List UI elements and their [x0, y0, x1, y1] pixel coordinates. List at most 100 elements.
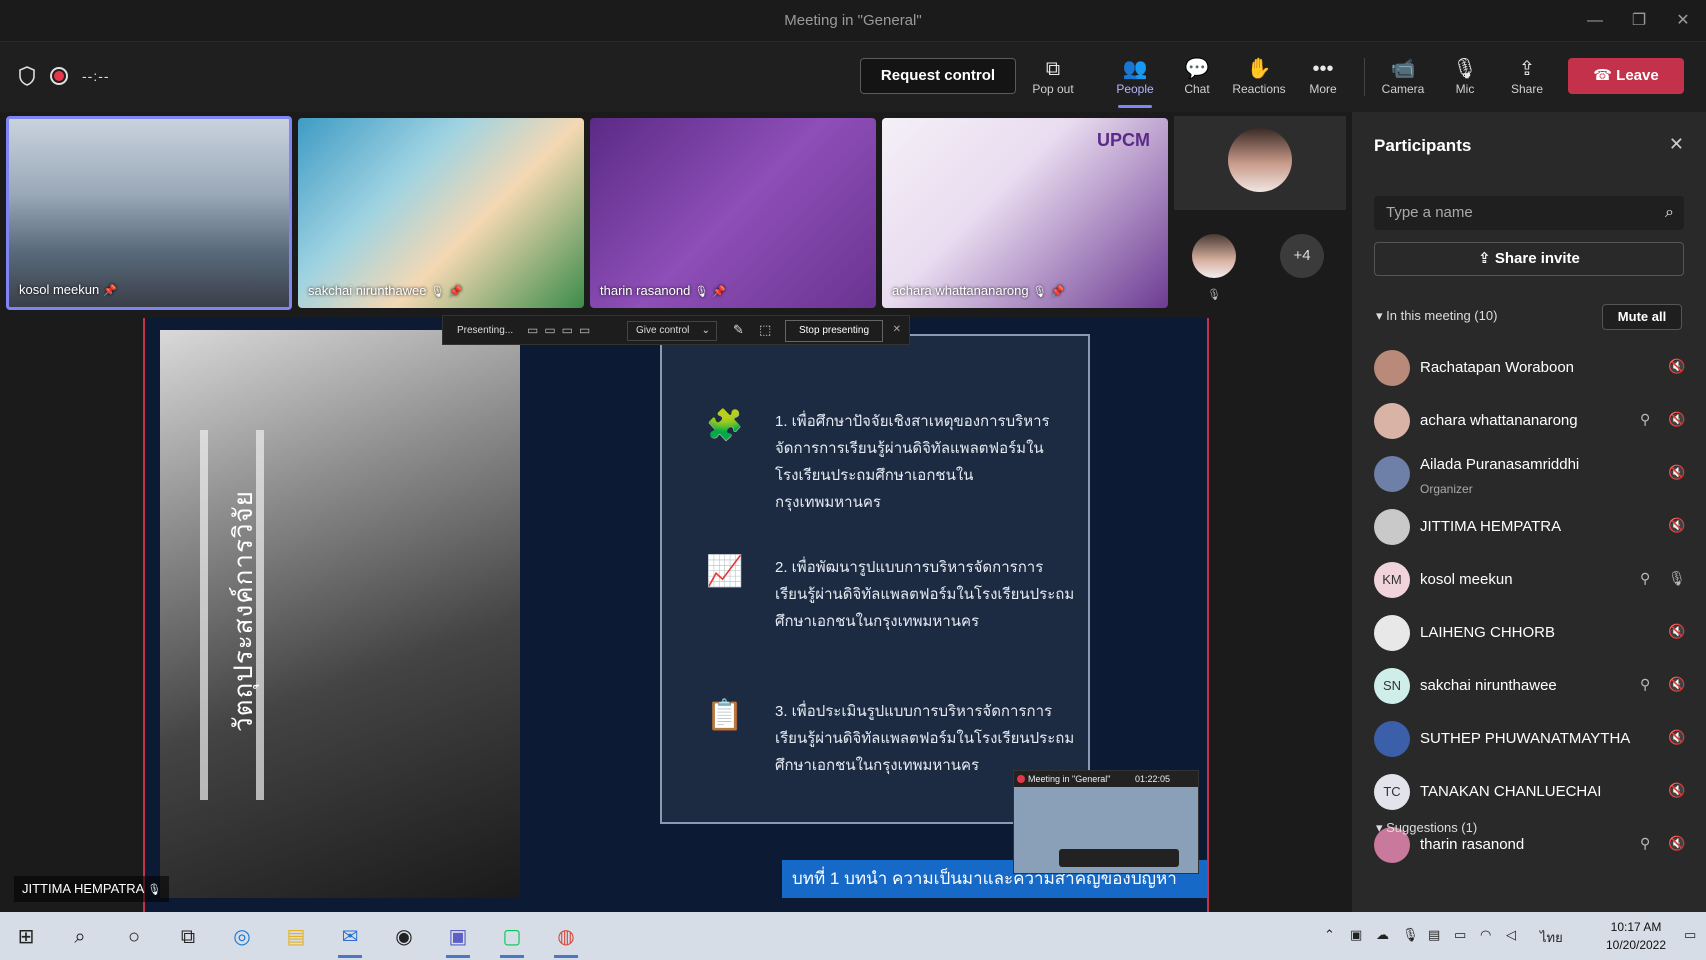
- laser-pointer-icon[interactable]: ⬚: [759, 322, 771, 338]
- mini-meeting-window[interactable]: Meeting in "General" 01:22:05: [1013, 770, 1199, 874]
- mic-off-icon[interactable]: 🔇: [1668, 464, 1685, 481]
- objective-1: 1. เพื่อศึกษาปัจจัยเชิงสาเหตุของการบริหา…: [775, 413, 1050, 511]
- mic-button[interactable]: 🎙 Mic: [1434, 56, 1496, 102]
- participant-name: achara whattananarong: [1420, 412, 1578, 429]
- avatar: [1374, 615, 1410, 651]
- line-icon[interactable]: ▢: [492, 920, 532, 958]
- participant-row[interactable]: LAIHENG CHHORB 🔇: [1374, 609, 1690, 657]
- close-icon[interactable]: ✕: [1669, 134, 1684, 155]
- taskbar-clock[interactable]: 10:17 AM 10/20/2022: [1596, 918, 1676, 954]
- more-button[interactable]: ••• More: [1292, 56, 1354, 102]
- participant-row[interactable]: Rachatapan Woraboon 🔇: [1374, 344, 1690, 392]
- mic-off-icon: 🎙: [1032, 286, 1047, 298]
- video-tile-sakchai[interactable]: sakchai nirunthawee 🎙 📌: [298, 118, 584, 308]
- give-control-dropdown[interactable]: Give control ⌄: [627, 321, 717, 341]
- chat-button[interactable]: 💬 Chat: [1166, 56, 1228, 102]
- edge-icon[interactable]: ◎: [222, 920, 262, 954]
- minimize-icon[interactable]: —: [1578, 8, 1612, 34]
- mic-off-icon: 🎙: [1207, 289, 1221, 301]
- mini-window-title: Meeting in "General": [1014, 771, 1198, 787]
- pin-icon[interactable]: ⚲: [1640, 835, 1650, 852]
- presenting-status: Presenting...: [457, 325, 514, 336]
- mic-off-icon: 🎙: [694, 286, 709, 298]
- objective-3: 3. เพื่อประเมินรูปแบบการบริหารจัดการการเ…: [775, 703, 1075, 774]
- participant-row[interactable]: JITTIMA HEMPATRA 🔇: [1374, 503, 1690, 551]
- stop-presenting-button[interactable]: Stop presenting: [785, 320, 883, 342]
- request-control-button[interactable]: Request control: [860, 58, 1016, 94]
- video-tile-tharin[interactable]: tharin rasanond 🎙 📌: [590, 118, 876, 308]
- close-icon[interactable]: ✕: [893, 324, 901, 335]
- participant-row[interactable]: achara whattananarong ⚲ 🔇: [1374, 397, 1690, 445]
- avatar: [1374, 509, 1410, 545]
- mic-off-icon: 🎙: [430, 286, 445, 298]
- pin-icon[interactable]: ⚲: [1640, 676, 1650, 693]
- pop-out-icon: ⧉: [1045, 58, 1061, 80]
- layout-options-icon[interactable]: ▭▭▭▭: [527, 323, 617, 339]
- camera-button[interactable]: 📹 Camera: [1372, 56, 1434, 102]
- restore-icon[interactable]: ❐: [1622, 8, 1656, 34]
- search-input[interactable]: Type a name ⌕: [1374, 196, 1684, 230]
- language-indicator[interactable]: ไทย: [1540, 927, 1563, 948]
- share-button[interactable]: ⇪ Share: [1496, 56, 1558, 102]
- chevron-up-icon[interactable]: ⌃: [1324, 927, 1335, 943]
- suggestions-section[interactable]: ▾ Suggestions (1): [1376, 820, 1477, 836]
- search-icon[interactable]: ⌕: [60, 920, 100, 954]
- participant-name: sakchai nirunthawee: [1420, 677, 1557, 694]
- people-button[interactable]: 👥 People: [1104, 56, 1166, 108]
- participant-name: kosol meekun: [1420, 571, 1513, 588]
- share-icon: ⇪: [1518, 58, 1536, 80]
- participant-row[interactable]: Ailada Puranasamriddhi Organizer 🔇: [1374, 450, 1690, 498]
- participant-row[interactable]: SUTHEP PHUWANATMAYTHA 🔇: [1374, 715, 1690, 763]
- mini-window-controls[interactable]: [1059, 849, 1179, 867]
- mic-on-icon[interactable]: 🎙: [1668, 570, 1686, 587]
- mute-all-button[interactable]: Mute all: [1602, 304, 1682, 330]
- mic-off-icon[interactable]: 🔇: [1668, 411, 1685, 428]
- battery-icon[interactable]: ▭: [1454, 927, 1466, 943]
- mic-off-icon[interactable]: 🔇: [1668, 835, 1685, 852]
- mic-off-icon[interactable]: 🔇: [1668, 623, 1685, 640]
- windows-start-icon[interactable]: ⊞: [6, 920, 46, 954]
- task-view-icon[interactable]: ⧉: [168, 920, 208, 954]
- mail-icon[interactable]: ✉: [330, 920, 370, 958]
- overflow-participants-button[interactable]: +4: [1280, 234, 1324, 278]
- file-explorer-icon[interactable]: ▤: [276, 920, 316, 954]
- dell-icon[interactable]: ◉: [384, 920, 424, 954]
- volume-icon[interactable]: ◁: [1506, 927, 1516, 943]
- teams-icon[interactable]: ▣: [438, 920, 478, 958]
- tray-app-icon[interactable]: ▤: [1428, 927, 1440, 943]
- tray-app-icon[interactable]: ▣: [1350, 927, 1362, 943]
- avatar[interactable]: [1192, 234, 1236, 278]
- mic-off-icon[interactable]: 🔇: [1668, 782, 1685, 799]
- participant-row[interactable]: KM kosol meekun ⚲ 🎙: [1374, 556, 1690, 604]
- tile-name: kosol meekun: [19, 282, 100, 297]
- video-tile-achara[interactable]: UPCM achara whattananarong 🎙 📌: [882, 118, 1168, 308]
- annotate-icon[interactable]: ✎: [733, 322, 744, 338]
- pin-icon[interactable]: ⚲: [1640, 570, 1650, 587]
- mic-off-icon[interactable]: 🔇: [1668, 676, 1685, 693]
- reactions-button[interactable]: ✋ Reactions: [1228, 56, 1290, 102]
- window-title: Meeting in "General": [784, 12, 922, 29]
- notification-icon[interactable]: ▭: [1684, 927, 1696, 943]
- onedrive-icon[interactable]: ☁: [1376, 927, 1389, 943]
- pin-icon[interactable]: ⚲: [1640, 411, 1650, 428]
- in-meeting-section[interactable]: ▾ In this meeting (10): [1376, 308, 1497, 324]
- reactions-icon: ✋: [1246, 58, 1272, 80]
- recording-icon: [1017, 775, 1025, 783]
- wifi-icon[interactable]: ◠: [1480, 927, 1491, 943]
- video-tile-avatar[interactable]: [1174, 116, 1346, 210]
- share-invite-button[interactable]: ⇪ Share invite: [1374, 242, 1684, 276]
- mic-off-icon[interactable]: 🔇: [1668, 358, 1685, 375]
- mic-off-icon[interactable]: 🔇: [1668, 517, 1685, 534]
- participant-row[interactable]: SN sakchai nirunthawee ⚲ 🔇: [1374, 662, 1690, 710]
- checklist-icon: 📋: [706, 699, 744, 732]
- participant-name: Ailada Puranasamriddhi: [1420, 456, 1580, 473]
- mic-off-icon[interactable]: 🔇: [1668, 729, 1685, 746]
- microphone-icon[interactable]: 🎙: [1402, 927, 1419, 943]
- participant-row[interactable]: TC TANAKAN CHANLUECHAI 🔇: [1374, 768, 1690, 816]
- pop-out-button[interactable]: ⧉ Pop out: [1022, 56, 1084, 102]
- leave-button[interactable]: ☎ Leave: [1568, 58, 1684, 94]
- chrome-icon[interactable]: ◍: [546, 920, 586, 958]
- cortana-icon[interactable]: ○: [114, 920, 154, 954]
- close-window-icon[interactable]: ✕: [1666, 8, 1700, 34]
- video-tile-kosol[interactable]: kosol meekun 📌: [6, 116, 292, 310]
